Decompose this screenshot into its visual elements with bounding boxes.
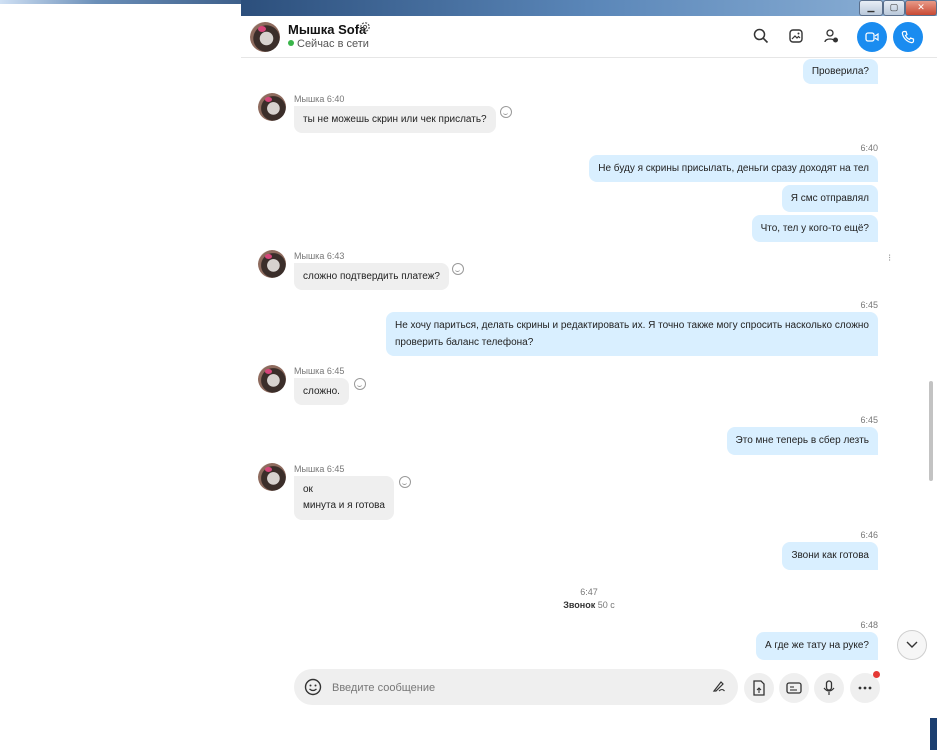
message-bubble-out[interactable]: Что, тел у кого-то ещё? (751, 215, 878, 242)
message-bubble-out[interactable]: А где же тату на руке? (755, 632, 878, 660)
message-bubble-in[interactable]: ок минута и я готова (294, 476, 394, 520)
contact-card-icon (786, 682, 802, 694)
message-time: 6:43 (326, 251, 345, 261)
message-time: 6:45 (326, 366, 345, 376)
share-file-button[interactable] (744, 673, 774, 703)
scrollbar[interactable] (929, 381, 933, 481)
message-time: 6:40 (860, 143, 878, 153)
reaction-smiley-icon[interactable] (354, 378, 366, 390)
message-line: Не хочу париться, делать скрины и редакт… (394, 320, 869, 331)
message-time: 6:46 (860, 530, 878, 540)
message-time: 6:40 (326, 94, 345, 104)
pen-icon[interactable] (712, 679, 726, 696)
add-person-icon[interactable] (819, 24, 843, 48)
message-bubble-in[interactable]: сложно подтвердить платеж? (294, 263, 449, 290)
call-duration: 50 с (597, 600, 615, 610)
sender-name: Мышка (294, 251, 325, 261)
message-time: 6:45 (326, 464, 345, 474)
message-bubble-out[interactable]: Не буду я скрины присылать, деньги сразу… (589, 155, 878, 182)
chat-header: Мышка Sofa Сейчас в сети (241, 16, 937, 58)
audio-call-icon[interactable] (893, 22, 923, 52)
microphone-button[interactable] (814, 673, 844, 703)
left-panel (0, 0, 241, 750)
sender-name: Мышка (294, 464, 325, 474)
call-time: 6:47 (580, 587, 598, 597)
message-bubble-out[interactable]: Не хочу париться, делать скрины и редакт… (385, 312, 878, 356)
message-composer (294, 669, 738, 705)
left-panel-topbar (0, 0, 241, 4)
message-meta: Мышка 6:40 (294, 94, 344, 104)
notification-dot (873, 671, 880, 678)
message-line: минута и я готова (303, 500, 385, 511)
more-options-icon[interactable]: ⁝ (888, 253, 891, 264)
sender-name: Мышка (294, 366, 325, 376)
message-line: ок (303, 484, 313, 495)
scroll-down-button[interactable] (897, 630, 927, 660)
video-call-icon[interactable] (857, 22, 887, 52)
message-time: 6:48 (860, 620, 878, 630)
file-icon (753, 680, 765, 696)
online-dot-icon (288, 40, 294, 46)
message-meta: Мышка 6:45 (294, 366, 344, 376)
sender-avatar[interactable] (258, 93, 286, 121)
ellipsis-icon (858, 686, 872, 690)
contact-status: Сейчас в сети (288, 38, 369, 50)
message-bubble-out[interactable]: Это мне теперь в сбер лезть (726, 427, 878, 455)
microphone-icon (823, 680, 835, 695)
window-titlebar: ▁ ▢ ✕ (241, 0, 937, 16)
taskbar-edge (930, 718, 937, 750)
contact-name[interactable]: Мышка Sofa (288, 22, 366, 37)
search-icon[interactable] (749, 24, 773, 48)
gear-icon[interactable] (359, 21, 371, 36)
message-input[interactable] (330, 678, 694, 698)
message-bubble-out[interactable]: Я смс отправлял (781, 185, 878, 212)
sender-avatar[interactable] (258, 365, 286, 393)
message-bubble-in[interactable]: ты не можешь скрин или чек прислать? (294, 106, 496, 133)
chevron-down-icon (906, 641, 918, 648)
message-bubble-in[interactable]: сложно. (294, 378, 349, 405)
message-meta: Мышка 6:45 (294, 464, 344, 474)
more-actions-button[interactable] (850, 671, 880, 703)
reaction-smiley-icon[interactable] (399, 476, 411, 488)
minimize-button[interactable]: ▁ (859, 0, 883, 16)
gallery-icon[interactable] (784, 24, 808, 48)
contact-avatar[interactable] (250, 22, 280, 52)
message-meta: Мышка 6:43 (294, 251, 344, 261)
sender-name: Мышка (294, 94, 325, 104)
message-bubble-out[interactable]: Проверила? (802, 59, 878, 84)
reaction-smiley-icon[interactable] (500, 106, 512, 118)
sender-avatar[interactable] (258, 463, 286, 491)
contact-card-button[interactable] (779, 673, 809, 703)
message-time: 6:45 (860, 415, 878, 425)
call-record[interactable]: Звонок 50 с (241, 600, 937, 610)
reaction-smiley-icon[interactable] (452, 263, 464, 275)
message-line: проверить баланс телефона? (394, 337, 534, 348)
status-text: Сейчас в сети (297, 38, 369, 50)
message-list[interactable]: Проверила? Мышка 6:40 ты не можешь скрин… (241, 57, 937, 665)
message-time: 6:45 (860, 300, 878, 310)
emoji-icon[interactable] (304, 678, 322, 701)
sender-avatar[interactable] (258, 250, 286, 278)
message-bubble-out[interactable]: Звони как готова (782, 542, 878, 570)
close-button[interactable]: ✕ (905, 0, 937, 16)
maximize-button[interactable]: ▢ (883, 0, 905, 16)
call-label: Звонок (563, 600, 596, 610)
